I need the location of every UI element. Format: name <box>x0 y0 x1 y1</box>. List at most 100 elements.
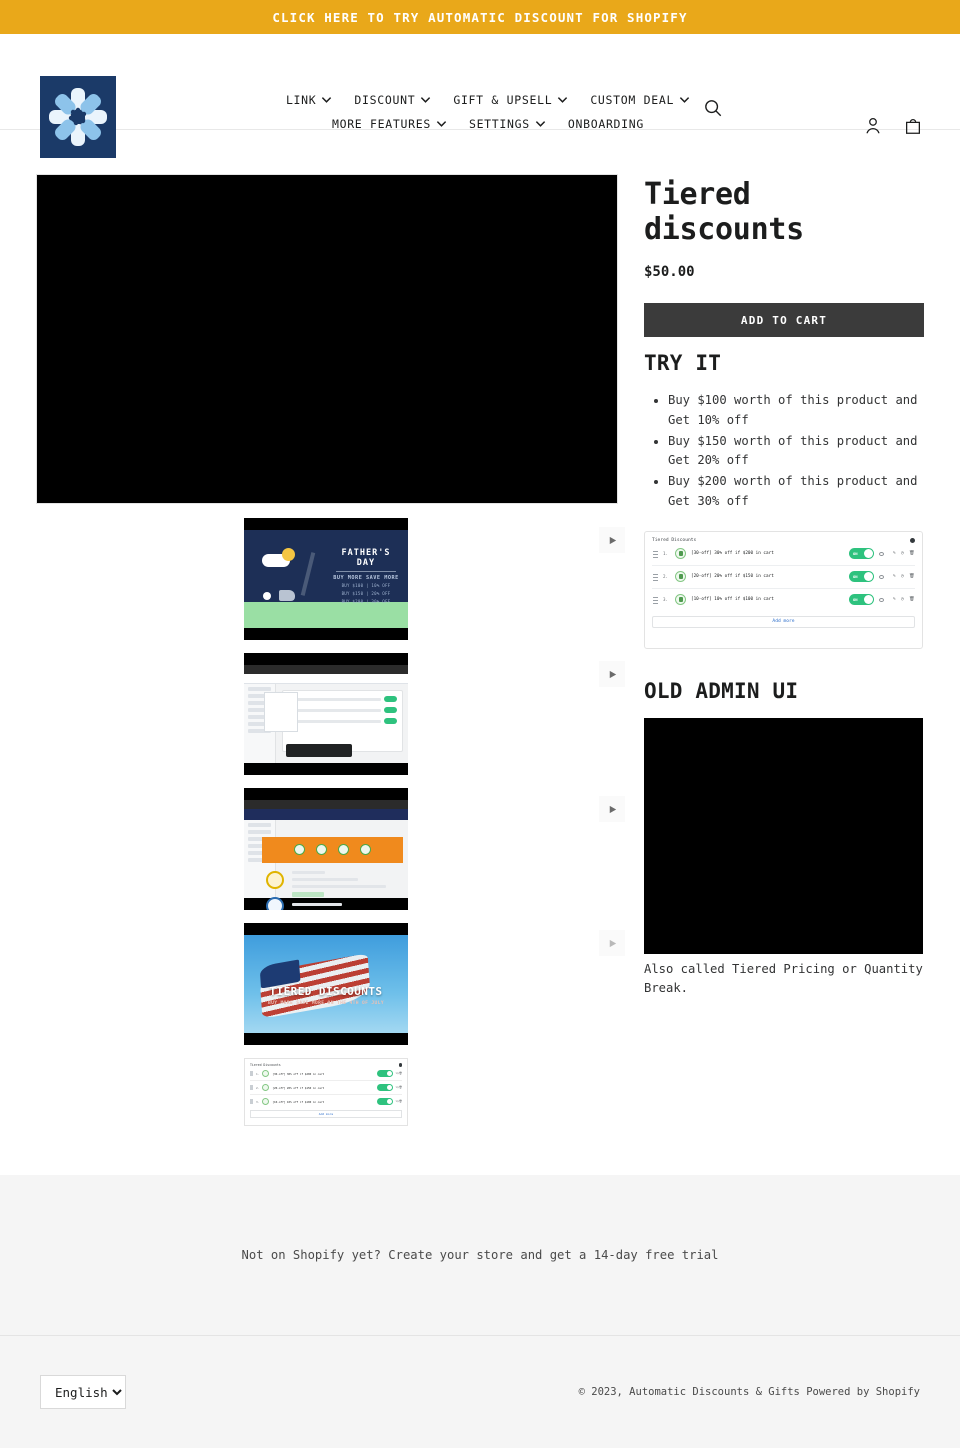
row-toggle: ON <box>849 548 874 560</box>
golf-ball-shape <box>263 592 271 600</box>
main-navigation: LINK DISCOUNT GIFT & UPSELL CUSTOM DEAL <box>258 89 718 134</box>
flag-subtitle: BUY MORE SAVE MORE ON THE 4TH OF JULY <box>268 1001 384 1006</box>
row-toggle: ON <box>849 594 874 606</box>
table-row: 3. [10-off] 10% off if $100 in cart ON ✎… <box>652 589 915 611</box>
gear-icon <box>398 1063 402 1067</box>
step-icon <box>316 844 327 855</box>
nav-item-more-features[interactable]: MORE FEATURES <box>332 117 447 131</box>
nav-item-label: MORE FEATURES <box>331 116 431 131</box>
rule-toggle <box>384 718 397 724</box>
thumbnail-admin-video-dark[interactable] <box>244 653 408 775</box>
play-button-1[interactable] <box>599 527 625 553</box>
row-index: 1. <box>256 1071 260 1076</box>
visibility-icon <box>879 597 884 602</box>
old-admin-ui-heading: OLD ADMIN UI <box>644 678 799 703</box>
thumbnail-fathers-day-promo[interactable]: FATHER'S DAY BUY MORE SAVE MORE BUY $100… <box>244 518 408 640</box>
success-chip <box>292 892 324 897</box>
admin-screen <box>244 809 408 910</box>
row-actions: ✎◷🗑 <box>893 597 915 603</box>
add-to-cart-button[interactable]: ADD TO CART <box>644 303 924 337</box>
search-icon[interactable] <box>702 98 724 120</box>
play-button-3[interactable] <box>599 796 625 822</box>
footer-promo-area: Not on Shopify yet? Create your store an… <box>0 1175 960 1335</box>
table-row: 1. [30-off] 30% off if $200 in cart ON ✎… <box>652 543 915 566</box>
promo-tier-3: BUY $200 | 30% OFF <box>341 599 391 605</box>
admin-card-title: Tiered Discounts <box>652 537 697 543</box>
product-info: Tiered discounts $50.00 ADD TO CART TRY … <box>644 174 924 1139</box>
product-caption: Also called Tiered Pricing or Quantity B… <box>644 961 923 996</box>
chevron-down-icon <box>321 94 332 105</box>
discount-icon <box>675 594 686 606</box>
play-button-2[interactable] <box>599 661 625 687</box>
rule-label <box>297 697 381 701</box>
admin-rule-card <box>282 690 403 752</box>
nav-item-custom-deal[interactable]: CUSTOM DEAL <box>590 93 690 107</box>
toggle-label: ON <box>853 597 858 603</box>
admin-screenshot-card: Tiered Discounts 1. [30-off] 30% off if … <box>644 530 923 649</box>
nav-item-discount[interactable]: DISCOUNT <box>354 93 431 107</box>
promo-tier-1: BUY $100 | 10% OFF <box>341 583 391 588</box>
admin-screen <box>244 674 408 763</box>
row-actions: ✎◷🗑 <box>395 1100 402 1103</box>
row-index: 3. <box>663 597 669 603</box>
site-header: LINK DISCOUNT GIFT & UPSELL CUSTOM DEAL <box>0 34 960 158</box>
row-actions: ✎◷🗑 <box>893 574 915 580</box>
table-row: 2. [20-off] 20% off if $150 in cart ON ✎… <box>652 566 915 589</box>
rule-toggle <box>384 696 397 702</box>
chevron-down-icon <box>436 118 447 129</box>
play-button-4[interactable] <box>599 930 625 956</box>
admin-topnav <box>244 809 408 820</box>
add-more-button[interactable]: Add more <box>250 1110 402 1118</box>
tier-list: Buy $100 worth of this product and Get 1… <box>644 391 924 512</box>
badge-icon <box>266 871 284 889</box>
browser-chrome-bar <box>244 665 408 674</box>
promo-subtitle: BUY MORE SAVE MORE <box>333 575 399 581</box>
row-actions: ✎◷🗑 <box>893 551 915 557</box>
add-more-button[interactable]: Add more <box>652 615 915 628</box>
chevron-down-icon <box>557 94 568 105</box>
thumbnail-tiered-discounts-flag[interactable]: TIERED DISCOUNTS BUY MORE SAVE MORE ON T… <box>244 923 408 1045</box>
text-line <box>292 885 386 888</box>
discount-icon <box>262 1084 270 1091</box>
nav-item-onboarding[interactable]: ONBOARDING <box>568 117 644 131</box>
rule-row <box>288 718 397 724</box>
announcement-link[interactable]: CLICK HERE TO TRY AUTOMATIC DISCOUNT FOR… <box>272 10 687 25</box>
row-actions: ✎◷🗑 <box>395 1072 402 1075</box>
try-it-heading: TRY IT <box>644 351 722 375</box>
list-item: Buy $100 worth of this product and Get 1… <box>668 391 924 431</box>
card-row: 3. [10-off] 10% off if $100 in cart ✎◷🗑 <box>250 1095 402 1108</box>
flag-title: TIERED DISCOUNTS <box>269 985 383 998</box>
language-selector[interactable]: English <box>40 1375 126 1409</box>
thumbnail-admin-video-orange[interactable] <box>244 788 408 910</box>
discount-icon <box>262 1098 270 1105</box>
admin-text-block <box>292 871 402 910</box>
nav-item-link[interactable]: LINK <box>286 93 332 107</box>
admin-toast <box>286 744 352 757</box>
promo-tier-2: BUY $150 | 20% OFF <box>341 591 391 597</box>
powered-by-shopify-link[interactable]: Powered by Shopify <box>806 1386 920 1398</box>
divider <box>336 571 396 572</box>
row-index: 3. <box>256 1099 260 1104</box>
card-row: 1. [30-off] 30% off if $200 in cart ✎◷🗑 <box>250 1067 402 1081</box>
rule-label <box>297 719 381 723</box>
site-footer: Not on Shopify yet? Create your store an… <box>0 1175 960 1448</box>
row-index: 2. <box>256 1085 260 1090</box>
footer-promo-link[interactable]: Not on Shopify yet? Create your store an… <box>242 1248 719 1262</box>
rule-row <box>288 707 397 713</box>
step-icon <box>360 844 371 855</box>
copyright-text: © 2023, Automatic Discounts & Gifts Powe… <box>579 1386 920 1398</box>
step-icon <box>338 844 349 855</box>
discount-icon <box>262 1070 270 1077</box>
nav-item-label: ONBOARDING <box>567 116 645 131</box>
row-label: [10-off] 10% off if $100 in cart <box>272 1099 325 1104</box>
thumbnail-admin-card[interactable]: Tiered Discounts 1. [30-off] 30% off if … <box>244 1058 408 1126</box>
announcement-bar: CLICK HERE TO TRY AUTOMATIC DISCOUNT FOR… <box>0 0 960 34</box>
text-line <box>292 878 358 881</box>
nav-item-settings[interactable]: SETTINGS <box>469 117 546 131</box>
text-line <box>292 903 342 906</box>
nav-item-gift-and-upsell[interactable]: GIFT & UPSELL <box>453 93 568 107</box>
hero-video-player[interactable] <box>36 174 618 504</box>
old-admin-video-player[interactable] <box>644 717 923 954</box>
visibility-icon <box>879 551 884 556</box>
step-icon <box>294 844 305 855</box>
